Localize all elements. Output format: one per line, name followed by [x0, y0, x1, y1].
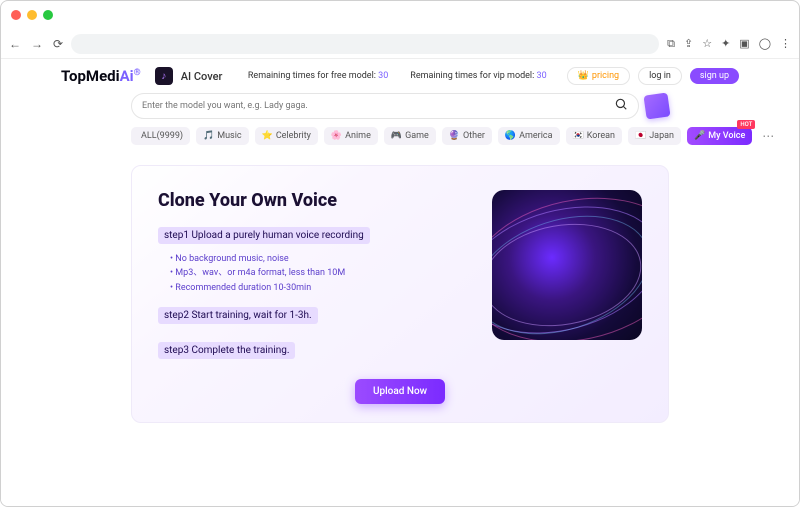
- bullet-item: Recommended duration 10-30min: [170, 281, 472, 295]
- category-label: Anime: [345, 131, 371, 141]
- step3-line: step3 Complete the training.: [158, 342, 295, 359]
- free-model-status: Remaining times for free model: 30: [248, 71, 388, 81]
- profile-icon[interactable]: ◯: [759, 38, 771, 49]
- card-title: Clone Your Own Voice: [158, 190, 472, 211]
- category-icon: 🎵: [203, 131, 214, 141]
- forward-icon[interactable]: →: [31, 38, 43, 50]
- category-tabs: ALL(9999) 🎵Music ⭐Celebrity 🌸Anime 🎮Game…: [1, 125, 799, 153]
- category-label: ALL(9999): [141, 131, 183, 141]
- back-icon[interactable]: ←: [9, 38, 21, 50]
- panel-icon[interactable]: ▣: [739, 38, 749, 49]
- my-voice-label: My Voice: [708, 131, 745, 141]
- search-icon[interactable]: [614, 97, 628, 115]
- vip-model-status: Remaining times for vip model: 30: [410, 71, 546, 81]
- extensions-icon[interactable]: ✦: [721, 38, 730, 49]
- clone-voice-card: Clone Your Own Voice step1 Upload a pure…: [131, 165, 669, 423]
- category-label: Other: [463, 131, 485, 141]
- category-celebrity[interactable]: ⭐Celebrity: [255, 127, 318, 145]
- category-label: Korean: [587, 131, 615, 141]
- bookmark-icon[interactable]: ☆: [702, 38, 712, 49]
- pricing-button[interactable]: 👑pricing: [567, 67, 630, 85]
- bullet-item: Mp3、wav、or m4a format, less than 10M: [170, 266, 472, 280]
- vip-status-value: 30: [537, 71, 547, 81]
- site-header: TopMediAi® ♪ AI Cover Remaining times fo…: [1, 59, 799, 89]
- model-search-input[interactable]: [142, 101, 614, 111]
- brand-main-text: TopMedi: [61, 67, 120, 85]
- category-label: Music: [217, 131, 241, 141]
- category-icon: 🌎: [505, 131, 516, 141]
- menu-icon[interactable]: ⋮: [780, 38, 791, 49]
- maximize-window-icon[interactable]: [43, 10, 53, 20]
- pricing-label: pricing: [592, 71, 619, 81]
- brand-accent-text: Ai: [120, 67, 134, 85]
- crown-icon: 👑: [578, 71, 589, 81]
- signup-button[interactable]: sign up: [690, 68, 739, 84]
- more-categories-icon[interactable]: ⋯: [758, 129, 778, 143]
- category-label: Japan: [649, 131, 674, 141]
- vip-status-label: Remaining times for vip model:: [410, 71, 534, 81]
- address-bar[interactable]: [71, 34, 659, 54]
- category-game[interactable]: 🎮Game: [384, 127, 436, 145]
- upload-now-button[interactable]: Upload Now: [355, 379, 445, 404]
- install-icon[interactable]: ⧉: [667, 38, 675, 49]
- category-icon: 🌸: [331, 131, 342, 141]
- free-status-label: Remaining times for free model:: [248, 71, 376, 81]
- category-all[interactable]: ALL(9999): [131, 127, 190, 145]
- step2-line: step2 Start training, wait for 1-3h.: [158, 307, 318, 324]
- share-icon[interactable]: ⇪: [684, 38, 693, 49]
- category-icon: 🎮: [391, 131, 402, 141]
- model-search-box[interactable]: [131, 93, 639, 119]
- category-icon: ⭐: [262, 131, 273, 141]
- window-titlebar: [1, 1, 799, 29]
- step1-line: step1 Upload a purely human voice record…: [158, 227, 370, 244]
- mic-icon: 🎤: [694, 131, 705, 141]
- category-america[interactable]: 🌎America: [498, 127, 560, 145]
- bullet-item: No background music, noise: [170, 252, 472, 266]
- close-window-icon[interactable]: [11, 10, 21, 20]
- category-icon: 🇰🇷: [573, 131, 584, 141]
- brand-logo[interactable]: TopMediAi®: [61, 67, 141, 85]
- category-icon: 🇯🇵: [635, 131, 646, 141]
- login-button[interactable]: log in: [638, 67, 682, 85]
- free-status-value: 30: [378, 71, 388, 81]
- app-icon: ♪: [155, 67, 173, 85]
- minimize-window-icon[interactable]: [27, 10, 37, 20]
- category-my-voice[interactable]: 🎤My VoiceHOT: [687, 127, 752, 145]
- step1-bullets: No background music, noise Mp3、wav、or m4…: [158, 250, 472, 303]
- voice-illustration: [492, 190, 642, 340]
- hot-badge: HOT: [737, 120, 755, 129]
- category-japan[interactable]: 🇯🇵Japan: [628, 127, 681, 145]
- browser-toolbar: ← → ⟳ ⧉ ⇪ ☆ ✦ ▣ ◯ ⋮: [1, 29, 799, 59]
- reload-icon[interactable]: ⟳: [53, 38, 63, 50]
- category-label: Game: [405, 131, 429, 141]
- category-music[interactable]: 🎵Music: [196, 127, 249, 145]
- category-anime[interactable]: 🌸Anime: [324, 127, 378, 145]
- category-label: Celebrity: [276, 131, 311, 141]
- category-other[interactable]: 🔮Other: [442, 127, 492, 145]
- category-label: America: [519, 131, 552, 141]
- category-korean[interactable]: 🇰🇷Korean: [566, 127, 622, 145]
- app-name: AI Cover: [181, 70, 223, 83]
- gift-box-icon[interactable]: [643, 92, 670, 119]
- category-icon: 🔮: [449, 131, 460, 141]
